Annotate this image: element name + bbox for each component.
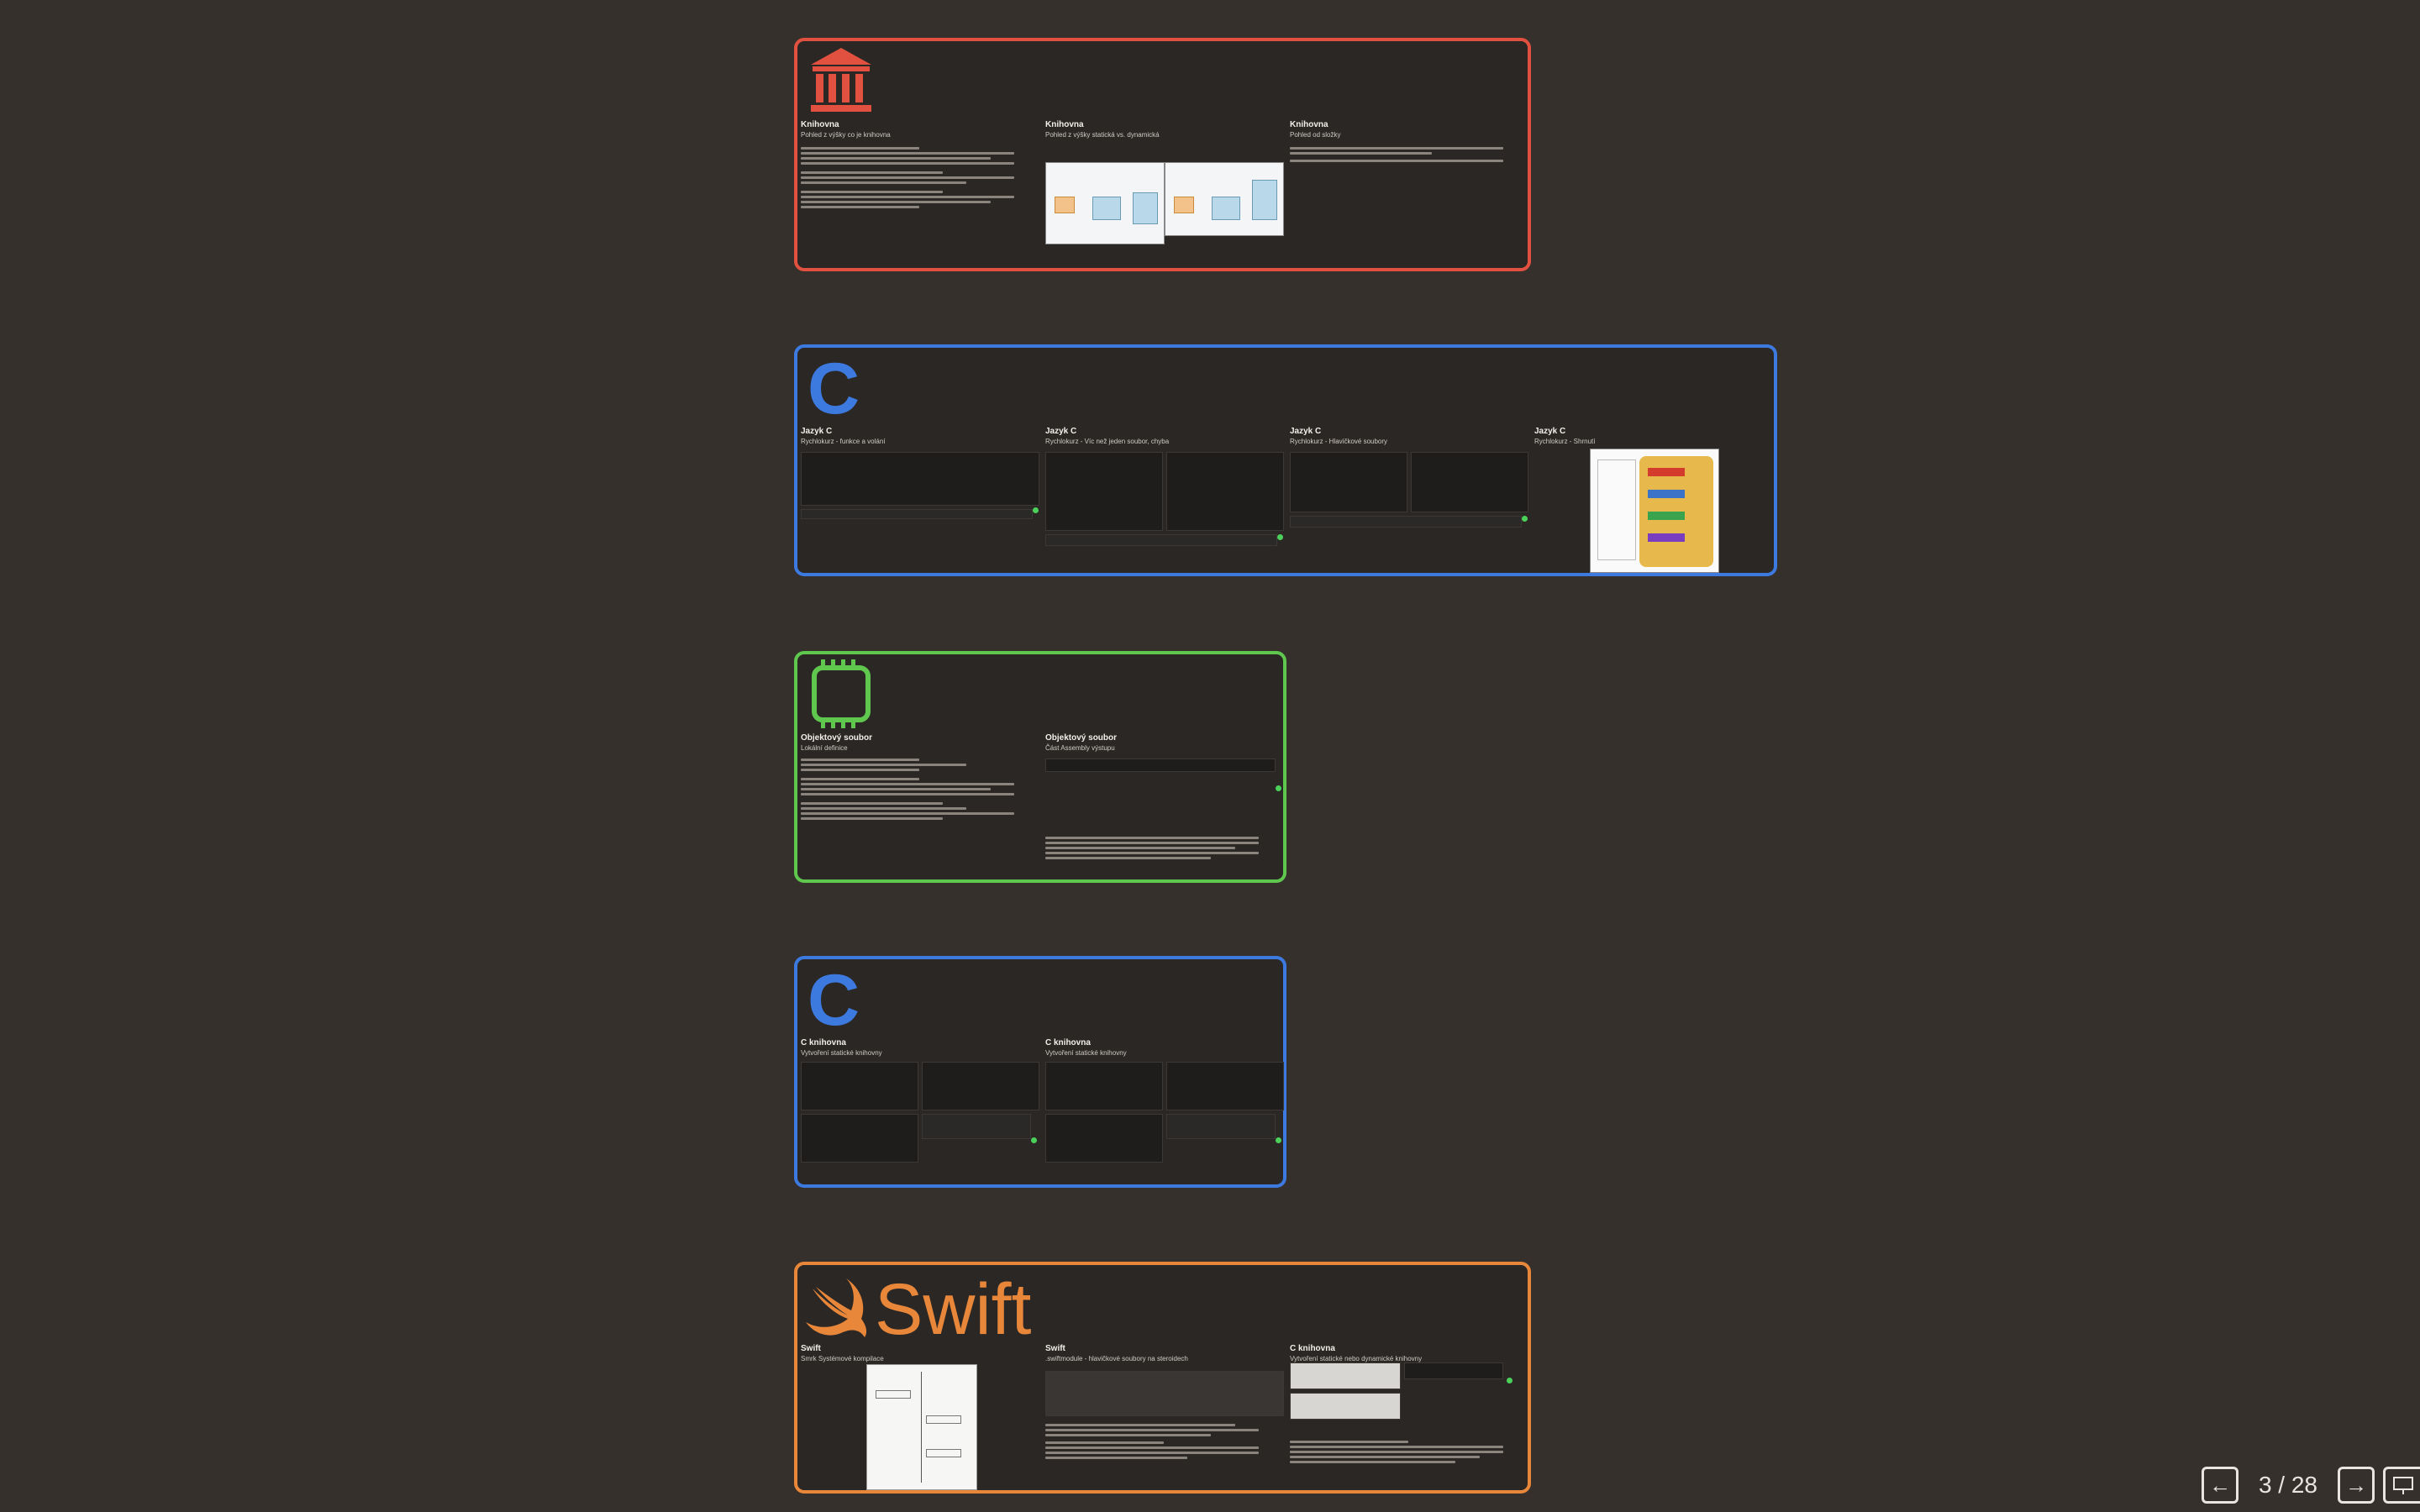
code-block <box>1290 1393 1401 1420</box>
slide-title: Knihovna <box>1290 120 1328 129</box>
slide-object-local-definitions[interactable]: Objektový soubor Lokální definice <box>801 733 1038 883</box>
slide-title: Knihovna <box>801 120 839 129</box>
presenter-lock-button[interactable] <box>2383 1467 2420 1504</box>
c-letter-icon: C <box>808 960 860 1041</box>
compilation-pipeline-diagram <box>1590 449 1719 573</box>
code-block <box>801 1114 918 1163</box>
slide-c-headers[interactable]: Jazyk C Rychlokurz - Hlavičkové soubory <box>1290 427 1528 576</box>
slide-navigation: ← 3 / 28 → <box>2201 1467 2420 1504</box>
code-block <box>1166 1062 1284 1110</box>
slide-swift-c-library[interactable]: C knihovna Vytvoření statické nebo dynam… <box>1290 1344 1527 1494</box>
slide-subtitle: Pohled od složky <box>1290 131 1341 139</box>
code-block <box>1045 759 1276 772</box>
terminal-output <box>922 1114 1031 1139</box>
c-letter-icon: C <box>808 349 860 429</box>
slide-library-overview[interactable]: Knihovna Pohled z výšky co je knihovna <box>801 120 1038 270</box>
presenter-lock-icon <box>2392 1477 2413 1494</box>
slide-swift-module[interactable]: Swift .swiftmodule - hlavičkové soubory … <box>1045 1344 1284 1494</box>
slide-title: Swift <box>1045 1344 1065 1353</box>
section-swift[interactable]: Swift Swift Smrk Systémové kompilace Swi… <box>794 1262 1531 1494</box>
code-block <box>1290 1362 1401 1389</box>
forum-post-card <box>1045 1371 1284 1416</box>
slide-library-static-dynamic[interactable]: Knihovna Pohled z výšky statická vs. dyn… <box>1045 120 1284 270</box>
slide-object-assembly[interactable]: Objektový soubor Část Assembly výstupu <box>1045 733 1282 883</box>
slide-c-static-library-2[interactable]: C knihovna Vytvoření statické knihovny <box>1045 1038 1284 1188</box>
code-block <box>922 1062 1039 1110</box>
slide-title: Objektový soubor <box>801 733 873 743</box>
slide-c-multiple-files[interactable]: Jazyk C Rychlokurz - Víc než jeden soubo… <box>1045 427 1284 576</box>
swift-logo-icon <box>806 1278 867 1337</box>
code-block <box>1411 452 1528 512</box>
code-block <box>1166 452 1284 531</box>
slide-title: Swift <box>801 1344 821 1353</box>
slide-title: C knihovna <box>1290 1344 1335 1353</box>
swift-wordmark: Swift <box>875 1269 1032 1350</box>
dynamic-linking-diagram <box>1165 162 1284 236</box>
next-slide-button[interactable]: → <box>2338 1467 2375 1504</box>
slide-title: C knihovna <box>801 1038 846 1047</box>
terminal-output <box>1045 534 1277 546</box>
slide-title: Knihovna <box>1045 120 1084 129</box>
section-c-language[interactable]: C Jazyk C Rychlokurz - funkce a volání J… <box>794 344 1777 576</box>
static-linking-diagram <box>1045 162 1165 244</box>
slide-c-summary[interactable]: Jazyk C Rychlokurz - Shrnutí <box>1534 427 1771 576</box>
terminal-output <box>1290 516 1522 528</box>
slide-subtitle: Pohled z výšky co je knihovna <box>801 131 891 139</box>
slide-title: Jazyk C <box>1290 427 1322 436</box>
code-block <box>1404 1362 1503 1379</box>
slide-subtitle: Lokální definice <box>801 744 848 752</box>
section-library[interactable]: Knihovna Pohled z výšky co je knihovna K… <box>794 38 1531 271</box>
swift-logo: Swift <box>804 1273 1031 1346</box>
slide-swift-compilation[interactable]: Swift Smrk Systémové kompilace <box>801 1344 1038 1494</box>
code-block <box>1045 452 1163 531</box>
slide-c-functions[interactable]: Jazyk C Rychlokurz - funkce a volání <box>801 427 1039 576</box>
compiler-flow-diagram <box>866 1364 977 1490</box>
slide-title: Jazyk C <box>1534 427 1566 436</box>
arrow-left-icon: ← <box>2208 1473 2231 1498</box>
slide-subtitle: .swiftmodule - hlavičkové soubory na ste… <box>1045 1355 1188 1362</box>
code-block <box>801 452 1039 506</box>
terminal-output <box>1166 1114 1276 1139</box>
slide-subtitle: Rychlokurz - Hlavičkové soubory <box>1290 438 1388 445</box>
slide-subtitle: Rychlokurz - Víc než jeden soubor, chyba <box>1045 438 1170 445</box>
slide-c-static-library-1[interactable]: C knihovna Vytvoření statické knihovny <box>801 1038 1039 1188</box>
slide-subtitle: Část Assembly výstupu <box>1045 744 1115 752</box>
code-block <box>1045 1062 1163 1110</box>
code-block <box>801 1062 918 1110</box>
arrow-right-icon: → <box>2345 1473 2367 1498</box>
prev-slide-button[interactable]: ← <box>2201 1467 2238 1504</box>
bank-icon <box>808 46 875 119</box>
slide-counter: 3 / 28 <box>2258 1472 2317 1498</box>
slide-subtitle: Vytvoření statické nebo dynamické knihov… <box>1290 1355 1423 1362</box>
slide-subtitle: Smrk Systémové kompilace <box>801 1355 884 1362</box>
slide-subtitle: Pohled z výšky statická vs. dynamická <box>1045 131 1160 139</box>
section-c-library[interactable]: C C knihovna Vytvoření statické knihovny… <box>794 956 1286 1188</box>
slide-subtitle: Rychlokurz - Shrnutí <box>1534 438 1596 445</box>
slide-subtitle: Vytvoření statické knihovny <box>801 1049 882 1057</box>
slide-title: C knihovna <box>1045 1038 1091 1047</box>
slide-library-folder[interactable]: Knihovna Pohled od složky <box>1290 120 1527 270</box>
slide-title: Jazyk C <box>801 427 833 436</box>
chip-icon <box>808 659 875 732</box>
code-block <box>1290 452 1407 512</box>
slide-subtitle: Rychlokurz - funkce a volání <box>801 438 886 445</box>
terminal-output <box>801 509 1033 519</box>
slide-title: Jazyk C <box>1045 427 1077 436</box>
slide-title: Objektový soubor <box>1045 733 1118 743</box>
code-block <box>1045 1114 1163 1163</box>
section-object-file[interactable]: Objektový soubor Lokální definice Objekt… <box>794 651 1286 883</box>
slide-subtitle: Vytvoření statické knihovny <box>1045 1049 1127 1057</box>
